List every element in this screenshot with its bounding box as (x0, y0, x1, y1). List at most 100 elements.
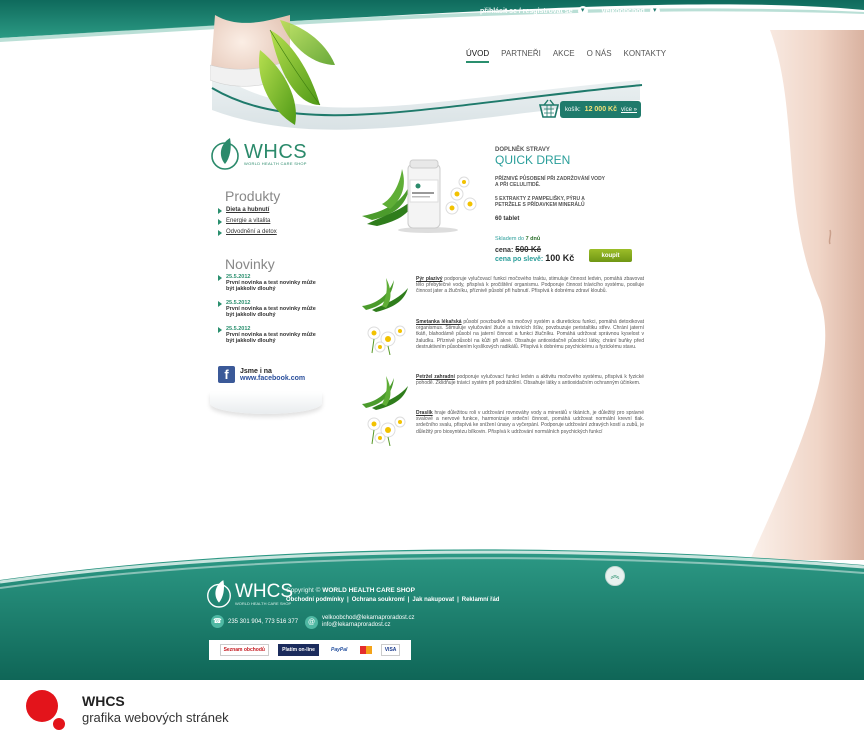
price-sale-label: cena po slevě: (495, 256, 544, 263)
hero-belly-image (210, 15, 335, 125)
footer-logo-subtitle: WORLD HEALTH CARE SHOP (235, 600, 292, 606)
brand-dot-small-icon (53, 718, 65, 730)
phone-numbers: 235 301 904, 773 516 377 (228, 618, 299, 625)
mail-icon: @ (305, 615, 318, 629)
nav-contacts[interactable]: KONTAKTY (624, 49, 667, 63)
footer-background (0, 549, 864, 680)
chevron-down-icon: ▾ (577, 6, 588, 16)
news-text: První novinka a test novinky může být ja… (226, 332, 316, 344)
ingredient-desc: hraje důležitou roli v udržování rovnová… (416, 410, 644, 435)
footer-link-howto[interactable]: Jak nakupovat (412, 597, 454, 603)
sidebar-item-energy[interactable]: Energie a vitalita (218, 218, 277, 225)
hero-belly-right-image (750, 30, 864, 560)
potassium-thumb-image (367, 416, 406, 446)
cart-bar[interactable]: košík: 12 000 Kč více » (560, 101, 641, 118)
email-info[interactable]: info@lekarnaproradost.cz (322, 622, 414, 629)
footer-logo: WHCS WORLD HEALTH CARE SHOP (206, 578, 293, 610)
footer-links: Obchodní podmínky | Ochrana soukromí | Jak… (286, 597, 500, 603)
nav-about[interactable]: O NÁS (587, 49, 612, 63)
caption-subtitle: grafika webových stránek (82, 710, 229, 725)
product-description: PŘÍZNIVÉ PŮSOBENÍ PŘI ZADRŽOVÁNÍ VODY A … (495, 176, 605, 216)
news-list: 25.5.2012 První novinka a test novinky m… (218, 274, 318, 352)
logo-name: WHCS (244, 140, 308, 163)
aloe-thumb-image (362, 278, 408, 312)
product-image (362, 159, 477, 233)
ingredient-desc: podporuje vylučovací funkci močového tra… (416, 276, 644, 295)
footer-link-complaints[interactable]: Reklamní řád (462, 597, 500, 603)
platim-online-logo: Platím on-line (278, 644, 319, 656)
ingredient-text: Pýr plazivý podporuje vylučovací funkci … (416, 276, 644, 312)
cart-amount: 12 000 Kč (584, 106, 617, 113)
news-item[interactable]: 25.5.2012 První novinka a test novinky m… (218, 274, 318, 292)
leaf-logo-icon (207, 580, 231, 608)
leaf-logo-icon (211, 138, 239, 170)
news-item[interactable]: 25.5.2012 První novinka a test novinky m… (218, 326, 318, 344)
facebook-link[interactable]: www.facebook.com (240, 375, 305, 382)
ingredient-name[interactable]: Draslík (416, 410, 433, 416)
ingredient-row: Petržel zahradní podporuje vylučovací fu… (362, 374, 644, 410)
products-heading: Produkty (225, 188, 281, 204)
visa-logo: VISA (380, 644, 401, 656)
email-wholesale[interactable]: velkoobchod@lekarnaproradost.cz (322, 615, 414, 622)
news-item[interactable]: 25.5.2012 První novinka a test novinky m… (218, 300, 318, 318)
copyright-prefix: Copyright © (286, 587, 321, 594)
product-name: QUICK DREN (495, 153, 571, 167)
nav-home[interactable]: ÚVOD (466, 49, 490, 63)
site-logo[interactable]: WHCS WORLD HEALTH CARE SHOP (210, 136, 307, 172)
facebook-icon: f (218, 366, 235, 383)
products-list: Dieta a hubnutí Energie a vitalita Odvod… (218, 207, 277, 240)
login-link-label: přihlásit se / resgistrovat se (480, 7, 573, 15)
wholesale-link-label: velkoobchod (601, 7, 645, 15)
logo-subtitle: WORLD HEALTH CARE SHOP (244, 160, 307, 166)
sidebar-shelf (210, 392, 322, 414)
mastercard-icon (359, 646, 372, 654)
ingredient-name[interactable]: Pýr plazivý (416, 276, 443, 282)
news-text: První novinka a test novinky může být ja… (226, 280, 316, 292)
ingredient-name[interactable]: Petržel zahradní (416, 374, 455, 380)
login-link[interactable]: přihlásit se / resgistrovat se ▾ (480, 6, 588, 16)
footer-logo-name: WHCS (235, 580, 294, 602)
product-desc-line1: PŘÍZNIVÉ PŮSOBENÍ PŘI ZADRŽOVÁNÍ VODY A … (495, 176, 605, 188)
brand-dot-icon (26, 690, 58, 722)
buy-button[interactable]: koupit (589, 249, 632, 262)
payment-logos: Seznam obchodů Platím on-line PayPal VIS… (209, 640, 411, 660)
sidebar-item-diet[interactable]: Dieta a hubnutí (218, 207, 277, 214)
product-desc-line2: 5 EXTRAKTY Z PAMPELIŠKY, PÝRU A PETRŽELE… (495, 196, 585, 208)
facebook-line1: Jsme i na (240, 367, 272, 375)
footer-link-terms[interactable]: Obchodní podmínky (286, 597, 344, 603)
facebook-box[interactable]: f Jsme i na www.facebook.com (218, 366, 305, 383)
nav-offers[interactable]: AKCE (553, 49, 575, 63)
ingredient-text: Petržel zahradní podporuje vylučovací fu… (416, 374, 644, 410)
paypal-logo: PayPal (331, 647, 348, 653)
news-heading: Novinky (225, 256, 275, 272)
parsley-thumb-image (362, 376, 408, 410)
wholesale-link[interactable]: velkoobchod ▾ (602, 6, 660, 16)
ingredient-name[interactable]: Smetanka lékařská (416, 319, 462, 325)
basket-icon[interactable] (538, 99, 560, 119)
footer-link-privacy[interactable]: Ochrana soukromí (352, 597, 405, 603)
seznam-logo: Seznam obchodů (219, 644, 269, 656)
ingredient-row: Smetanka lékařská působí povzbudivě na m… (362, 319, 644, 355)
copyright: Copyright © WORLD HEALTH CARE SHOP (286, 587, 415, 594)
ingredient-text: Smetanka lékařská působí povzbudivě na m… (416, 319, 644, 355)
cart-more-link[interactable]: více » (621, 107, 637, 113)
chevron-down-icon: ▾ (649, 6, 660, 16)
news-text: První novinka a test novinky může být ja… (226, 306, 316, 318)
phone-icon: ☎ (211, 615, 224, 628)
ingredient-text: Draslík hraje důležitou roli v udržování… (416, 410, 644, 446)
footer-phone: ☎ 235 301 904, 773 516 377 (211, 615, 298, 628)
product-quantity: 60 tablet (495, 216, 520, 222)
ingredient-row: Pýr plazivý podporuje vylučovací funkci … (362, 276, 644, 312)
scroll-top-button[interactable]: ︽ (605, 566, 625, 586)
sidebar-item-detox[interactable]: Odvodnění a detox (218, 229, 277, 236)
copyright-name: WORLD HEALTH CARE SHOP (322, 587, 415, 594)
stock-days: 7 dnů (525, 236, 541, 242)
nav-partners[interactable]: PARTNEŘI (501, 49, 541, 63)
main-nav: ÚVOD PARTNEŘI AKCE O NÁS KONTAKTY (466, 49, 666, 63)
price-sale: cena po slevě: 100 Kč (495, 253, 574, 263)
chamomile-thumb-image (367, 325, 406, 355)
price-sale-value: 100 Kč (545, 253, 575, 263)
top-links: přihlásit se / resgistrovat se ▾ velkoob… (480, 6, 660, 16)
cart-label: košík: (565, 106, 581, 113)
ingredient-row: Draslík hraje důležitou roli v udržování… (362, 410, 644, 446)
